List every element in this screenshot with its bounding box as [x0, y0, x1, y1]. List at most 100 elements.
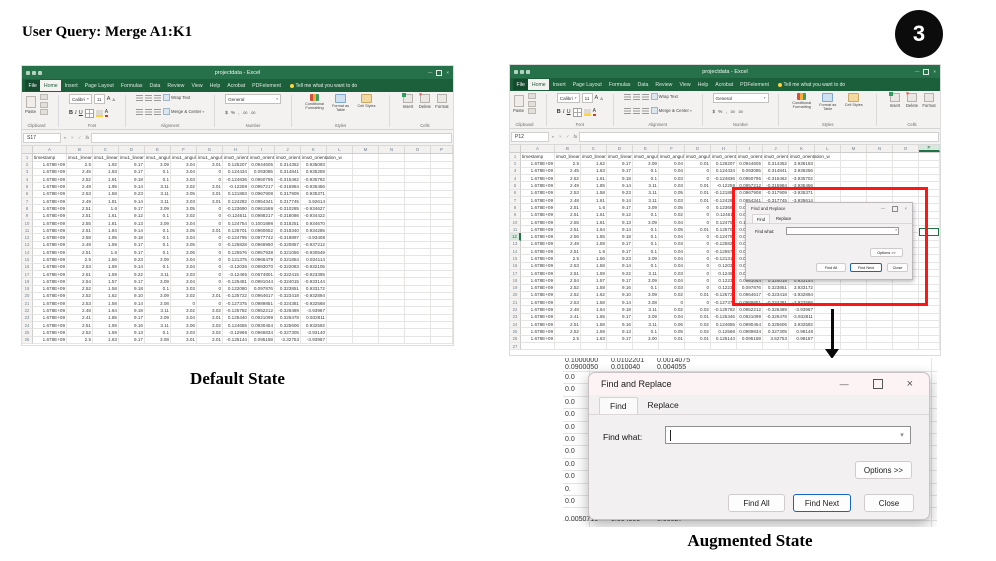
- cell[interactable]: 9.10: [607, 291, 633, 300]
- cell[interactable]: 0.093085: [249, 168, 275, 177]
- cell[interactable]: [431, 307, 453, 315]
- cell[interactable]: 1.678E+09: [33, 336, 67, 344]
- cell[interactable]: 2.54: [67, 278, 93, 286]
- cell[interactable]: 3.11: [145, 322, 171, 330]
- cell[interactable]: 2.51: [67, 249, 93, 257]
- cell[interactable]: [405, 176, 431, 184]
- styles-button-2[interactable]: Format as Table: [328, 94, 353, 112]
- cell[interactable]: 3.09: [633, 255, 659, 263]
- cell[interactable]: [893, 175, 919, 183]
- cell[interactable]: 0: [685, 167, 711, 176]
- cell[interactable]: 2.51: [555, 204, 581, 212]
- tab-review[interactable]: Review: [164, 80, 188, 91]
- cell[interactable]: 0.935259: [301, 168, 327, 177]
- cell[interactable]: 1.678E+09: [521, 299, 555, 307]
- cell[interactable]: 0.1: [633, 262, 659, 270]
- undo-icon[interactable]: [32, 70, 36, 75]
- cell[interactable]: [379, 154, 405, 162]
- cell[interactable]: [431, 183, 453, 191]
- row-header-1[interactable]: 1: [510, 153, 521, 161]
- cell[interactable]: 0.04: [659, 248, 685, 256]
- format-painter-icon[interactable]: [528, 108, 536, 114]
- styles-button-1[interactable]: Conditional Formatting: [302, 94, 327, 110]
- row-header-25[interactable]: 25: [22, 329, 33, 337]
- cell[interactable]: 0: [197, 234, 223, 242]
- cell[interactable]: [353, 168, 379, 177]
- cell[interactable]: [431, 212, 453, 220]
- cell[interactable]: 1.56: [93, 256, 119, 264]
- cell[interactable]: -0.124611: [223, 212, 249, 220]
- cell[interactable]: 3.04: [171, 256, 197, 264]
- cell[interactable]: 2.51: [67, 205, 93, 213]
- cell[interactable]: 2.48: [555, 306, 581, 314]
- tab-file[interactable]: File: [25, 80, 41, 91]
- cell[interactable]: [327, 336, 353, 344]
- cell[interactable]: 0: [197, 249, 223, 257]
- cell[interactable]: 9.17: [607, 167, 633, 176]
- row-header-19[interactable]: 19: [510, 284, 521, 292]
- cell[interactable]: 9.16: [607, 284, 633, 292]
- cell[interactable]: 1.81: [93, 197, 119, 206]
- cell[interactable]: 1.85: [93, 314, 119, 323]
- redo-icon[interactable]: [526, 69, 530, 74]
- find-what-input[interactable]: ▾: [665, 426, 911, 444]
- cell[interactable]: 3.04: [171, 219, 197, 228]
- cell[interactable]: 1.92: [93, 161, 119, 169]
- cell[interactable]: 0: [197, 256, 223, 264]
- italic-button[interactable]: I: [563, 109, 565, 115]
- cell[interactable]: 0.0930454: [249, 322, 275, 330]
- cell[interactable]: 0.05: [659, 226, 685, 234]
- cancel-icon[interactable]: ×: [69, 135, 76, 140]
- cell[interactable]: 1.678E+09: [33, 300, 67, 308]
- cell[interactable]: 1.678E+09: [33, 329, 67, 337]
- cell[interactable]: 0.1: [633, 211, 659, 219]
- fill-color-icon[interactable]: [583, 108, 591, 116]
- cell[interactable]: 3.06: [171, 322, 197, 330]
- cell[interactable]: 2.52: [67, 176, 93, 184]
- row-header-23[interactable]: 23: [22, 314, 33, 323]
- cell[interactable]: 0.325606: [763, 321, 789, 329]
- cell[interactable]: 0.98148: [789, 328, 815, 336]
- enter-icon[interactable]: ✓: [76, 135, 84, 141]
- cell[interactable]: [353, 212, 379, 220]
- cell[interactable]: 3.01: [197, 314, 223, 323]
- cell[interactable]: 1.57: [581, 277, 607, 285]
- cell[interactable]: 1.58: [581, 321, 607, 329]
- cell[interactable]: 3.11: [633, 306, 659, 314]
- paste-button[interactable]: Paste: [25, 95, 36, 114]
- cell[interactable]: -0.932568: [301, 300, 327, 308]
- column-header-D[interactable]: D: [119, 146, 145, 153]
- cell[interactable]: 0.125440: [223, 314, 249, 323]
- cell[interactable]: 0.125207: [223, 161, 249, 169]
- row-header-6[interactable]: 6: [510, 189, 521, 197]
- cell[interactable]: 0.01: [685, 196, 711, 205]
- cell[interactable]: [867, 321, 893, 329]
- cut-icon[interactable]: [528, 93, 536, 99]
- cell[interactable]: 0: [685, 233, 711, 241]
- cell[interactable]: [431, 256, 453, 264]
- cell[interactable]: 3.02: [197, 322, 223, 330]
- cell[interactable]: 0.314352: [763, 160, 789, 168]
- cell[interactable]: 0.0921099: [737, 313, 763, 322]
- cell[interactable]: [431, 154, 453, 162]
- number-format-select[interactable]: General ▾: [712, 93, 769, 103]
- decrease-font-icon[interactable]: A: [112, 97, 115, 102]
- cell[interactable]: 0.326478: [275, 314, 301, 323]
- tab-pdfelement[interactable]: PDFelement: [737, 79, 773, 90]
- tab-file[interactable]: File: [513, 79, 529, 90]
- cell[interactable]: 2.53: [555, 189, 581, 197]
- cell[interactable]: 3.09: [145, 278, 171, 286]
- cell[interactable]: -0.326478: [763, 313, 789, 322]
- row-header-11[interactable]: 11: [510, 226, 521, 234]
- cell[interactable]: 0.0977742: [249, 234, 275, 242]
- cell[interactable]: 3.11: [633, 189, 659, 197]
- cell[interactable]: [327, 263, 353, 271]
- column-header-H[interactable]: H: [711, 145, 737, 152]
- cell[interactable]: [353, 219, 379, 228]
- cell[interactable]: [353, 263, 379, 271]
- cell[interactable]: [379, 249, 405, 257]
- cell[interactable]: 0.934670: [301, 219, 327, 228]
- align-middle-icon[interactable]: [145, 94, 153, 101]
- cell[interactable]: 0.06: [659, 321, 685, 329]
- cell[interactable]: [379, 300, 405, 308]
